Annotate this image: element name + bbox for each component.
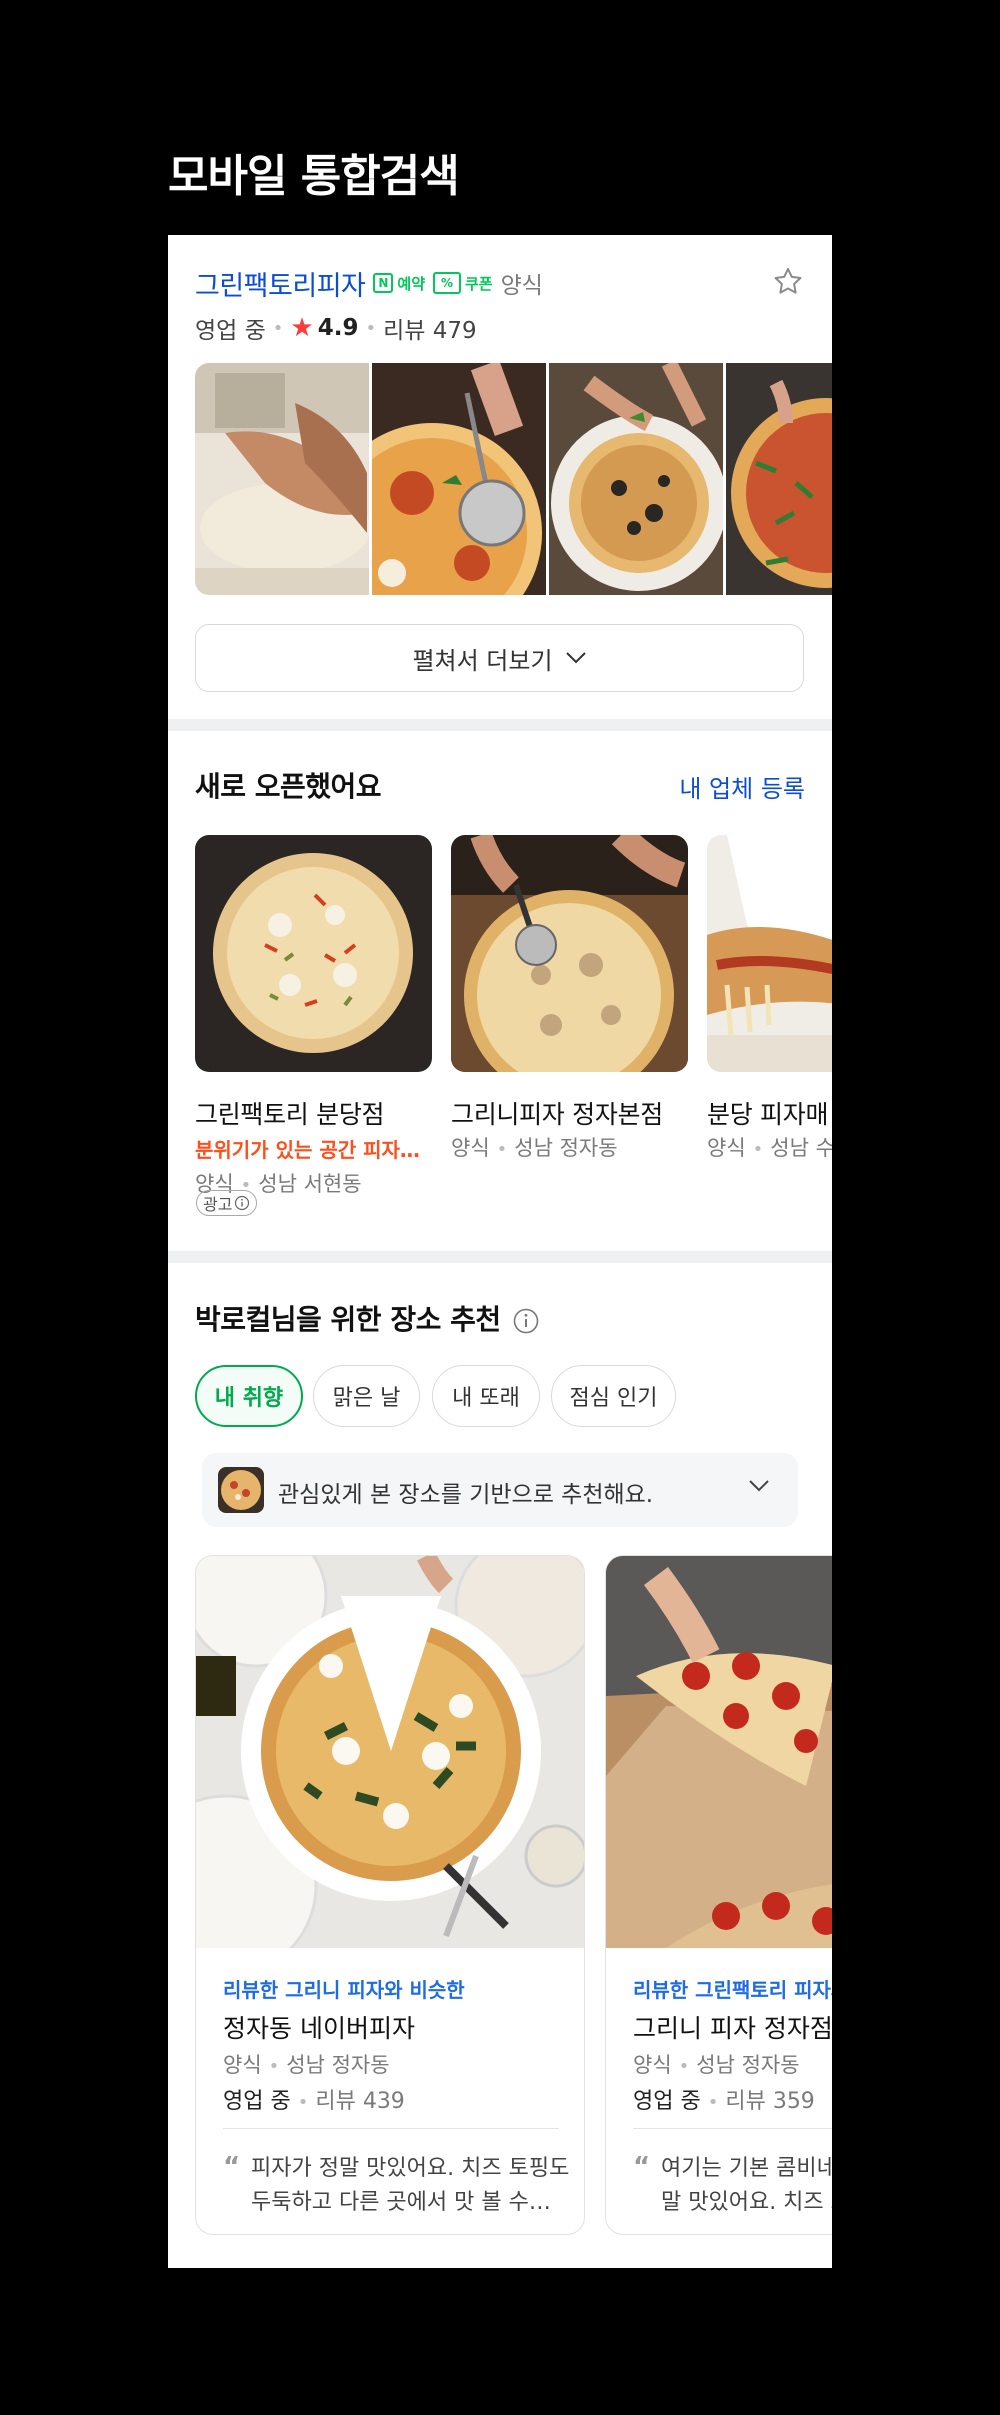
business-status: 영업 중 xyxy=(223,2089,291,2114)
card-divider xyxy=(633,2128,832,2129)
recommend-card-image xyxy=(606,1556,832,1948)
new-open-card-meta: 양식 • 성남 수 xyxy=(707,1132,832,1162)
review-quote-line1: 여기는 기본 콤비네 xyxy=(661,2156,832,2181)
new-open-title: 새로 오픈했어요 xyxy=(195,770,382,803)
recommend-reason: 리뷰한 그린팩토리 피자와 xyxy=(633,1978,832,2002)
coupon-badge: % 쿠폰 xyxy=(433,272,493,294)
chip-my-taste[interactable]: 내 취향 xyxy=(195,1365,303,1427)
page-title: 모바일 통합검색 xyxy=(168,151,460,202)
chip-clear-day[interactable]: 맑은 날 xyxy=(313,1365,420,1427)
separator-dot: • xyxy=(707,2092,719,2113)
separator-dot: • xyxy=(272,317,284,339)
review-quote-line2: 말 맛있어요. 치즈 토 xyxy=(661,2190,832,2215)
recommend-thumbnail xyxy=(218,1467,264,1513)
rating-value: 4.9 xyxy=(317,315,359,341)
new-open-card-image[interactable] xyxy=(451,835,688,1072)
card-location: 성남 정자동 xyxy=(286,2053,390,2077)
quote-icon: “ xyxy=(633,2152,651,2182)
chevron-down-icon xyxy=(749,1480,769,1492)
new-open-card-image[interactable] xyxy=(707,835,832,1072)
card-location: 성남 정자동 xyxy=(696,2053,800,2077)
new-open-card-name[interactable]: 그린팩토리 분당점 xyxy=(195,1095,385,1131)
recommend-place-name: 그리니 피자 정자점 xyxy=(633,2014,832,2043)
recommend-place-meta: 양식 • 성남 정자동 xyxy=(223,2049,390,2079)
card-category: 양식 xyxy=(451,1136,490,1160)
recommend-place-meta: 양식 • 성남 정자동 xyxy=(633,2049,800,2079)
separator-dot: • xyxy=(297,2092,309,2113)
new-open-card-name[interactable]: 분당 피자매 xyxy=(707,1095,828,1131)
card-category: 양식 xyxy=(633,2053,672,2077)
place-photo-dough[interactable] xyxy=(195,363,369,595)
business-status: 영업 중 xyxy=(195,318,266,344)
new-open-card-name[interactable]: 그리니피자 정자본점 xyxy=(451,1095,663,1131)
recommend-card-image xyxy=(196,1556,584,1948)
review-quote-line2: 두둑하고 다른 곳에서 맛 볼 수… xyxy=(251,2190,551,2215)
review-count: 리뷰 439 xyxy=(315,2089,405,2114)
separator-dot: • xyxy=(752,1139,764,1160)
place-meta: 영업 중 • ★ 4.9 • 리뷰 479 xyxy=(195,311,477,345)
recommend-card[interactable]: 리뷰한 그린팩토리 피자와 그리니 피자 정자점 양식 • 성남 정자동 영업 중 •… xyxy=(605,1555,832,2235)
new-open-card-image[interactable] xyxy=(195,835,432,1072)
info-icon xyxy=(235,1195,250,1211)
register-business-link[interactable]: 내 업체 등록 xyxy=(679,769,805,804)
separator-dot: • xyxy=(678,2056,690,2077)
recommend-card[interactable]: 리뷰한 그리니 피자와 비슷한 정자동 네이버피자 양식 • 성남 정자동 영업 중… xyxy=(195,1555,585,2235)
section-divider xyxy=(168,1251,832,1263)
card-location: 성남 수 xyxy=(770,1136,832,1160)
coupon-icon: % xyxy=(433,272,461,294)
recommend-place-name: 정자동 네이버피자 xyxy=(223,2014,415,2043)
ad-badge[interactable]: 광고 xyxy=(196,1190,258,1216)
mobile-screen: 그린팩토리피자 N 예약 % 쿠폰 양식 영업 중 • ★ 4.9 • 리뷰 4… xyxy=(168,235,832,2268)
info-icon[interactable] xyxy=(512,1307,540,1335)
section-divider xyxy=(168,719,832,731)
expand-more-label: 펼쳐서 더보기 xyxy=(412,646,553,675)
expand-more-button[interactable]: 펼쳐서 더보기 xyxy=(195,624,804,692)
quote-icon: “ xyxy=(223,2152,241,2182)
recommend-basis-text: 관심있게 본 장소를 기반으로 추천해요. xyxy=(278,1482,654,1508)
card-category: 양식 xyxy=(223,2053,262,2077)
place-name-link[interactable]: 그린팩토리피자 xyxy=(195,264,366,303)
naver-reserve-icon: N xyxy=(373,273,394,293)
separator-dot: • xyxy=(365,317,377,339)
rating-star-icon: ★ xyxy=(290,313,314,343)
place-photo-cutter[interactable] xyxy=(372,363,546,595)
separator-dot: • xyxy=(268,2056,280,2077)
card-divider xyxy=(223,2128,559,2129)
reservation-badge: N 예약 xyxy=(373,273,425,294)
favorite-star-icon[interactable] xyxy=(771,265,805,299)
card-location: 성남 정자동 xyxy=(514,1136,618,1160)
new-open-card-highlight: 분위기가 있는 공간 피자… xyxy=(195,1138,420,1162)
recommend-title: 박로컬님을 위한 장소 추천 xyxy=(195,1303,501,1336)
separator-dot: • xyxy=(496,1139,508,1160)
review-count: 리뷰 479 xyxy=(383,318,477,344)
recommend-place-status: 영업 중 • 리뷰 439 xyxy=(223,2083,405,2115)
recommend-reason: 리뷰한 그리니 피자와 비슷한 xyxy=(223,1978,465,2002)
business-status: 영업 중 xyxy=(633,2089,701,2114)
place-photo-plate[interactable] xyxy=(549,363,723,595)
chip-my-age[interactable]: 내 또래 xyxy=(432,1365,540,1427)
review-count: 리뷰 359 xyxy=(725,2089,815,2114)
coupon-label: 쿠폰 xyxy=(465,274,493,293)
recommend-place-status: 영업 중 • 리뷰 359 xyxy=(633,2083,815,2115)
place-category: 양식 xyxy=(500,273,543,299)
card-category: 양식 xyxy=(707,1136,746,1160)
chip-lunch-popular[interactable]: 점심 인기 xyxy=(551,1365,676,1427)
chevron-down-icon xyxy=(565,652,586,664)
card-location: 성남 서현동 xyxy=(258,1172,362,1196)
review-quote-line1: 피자가 정말 맛있어요. 치즈 토핑도 xyxy=(251,2156,570,2181)
ad-label: 광고 xyxy=(203,1195,233,1214)
reservation-label: 예약 xyxy=(397,274,425,293)
place-photo-pizza[interactable] xyxy=(726,363,832,595)
recommend-basis-bar[interactable]: 관심있게 본 장소를 기반으로 추천해요. xyxy=(202,1453,798,1527)
new-open-card-meta: 양식 • 성남 정자동 xyxy=(451,1132,618,1162)
place-header: 그린팩토리피자 N 예약 % 쿠폰 양식 xyxy=(195,263,805,303)
